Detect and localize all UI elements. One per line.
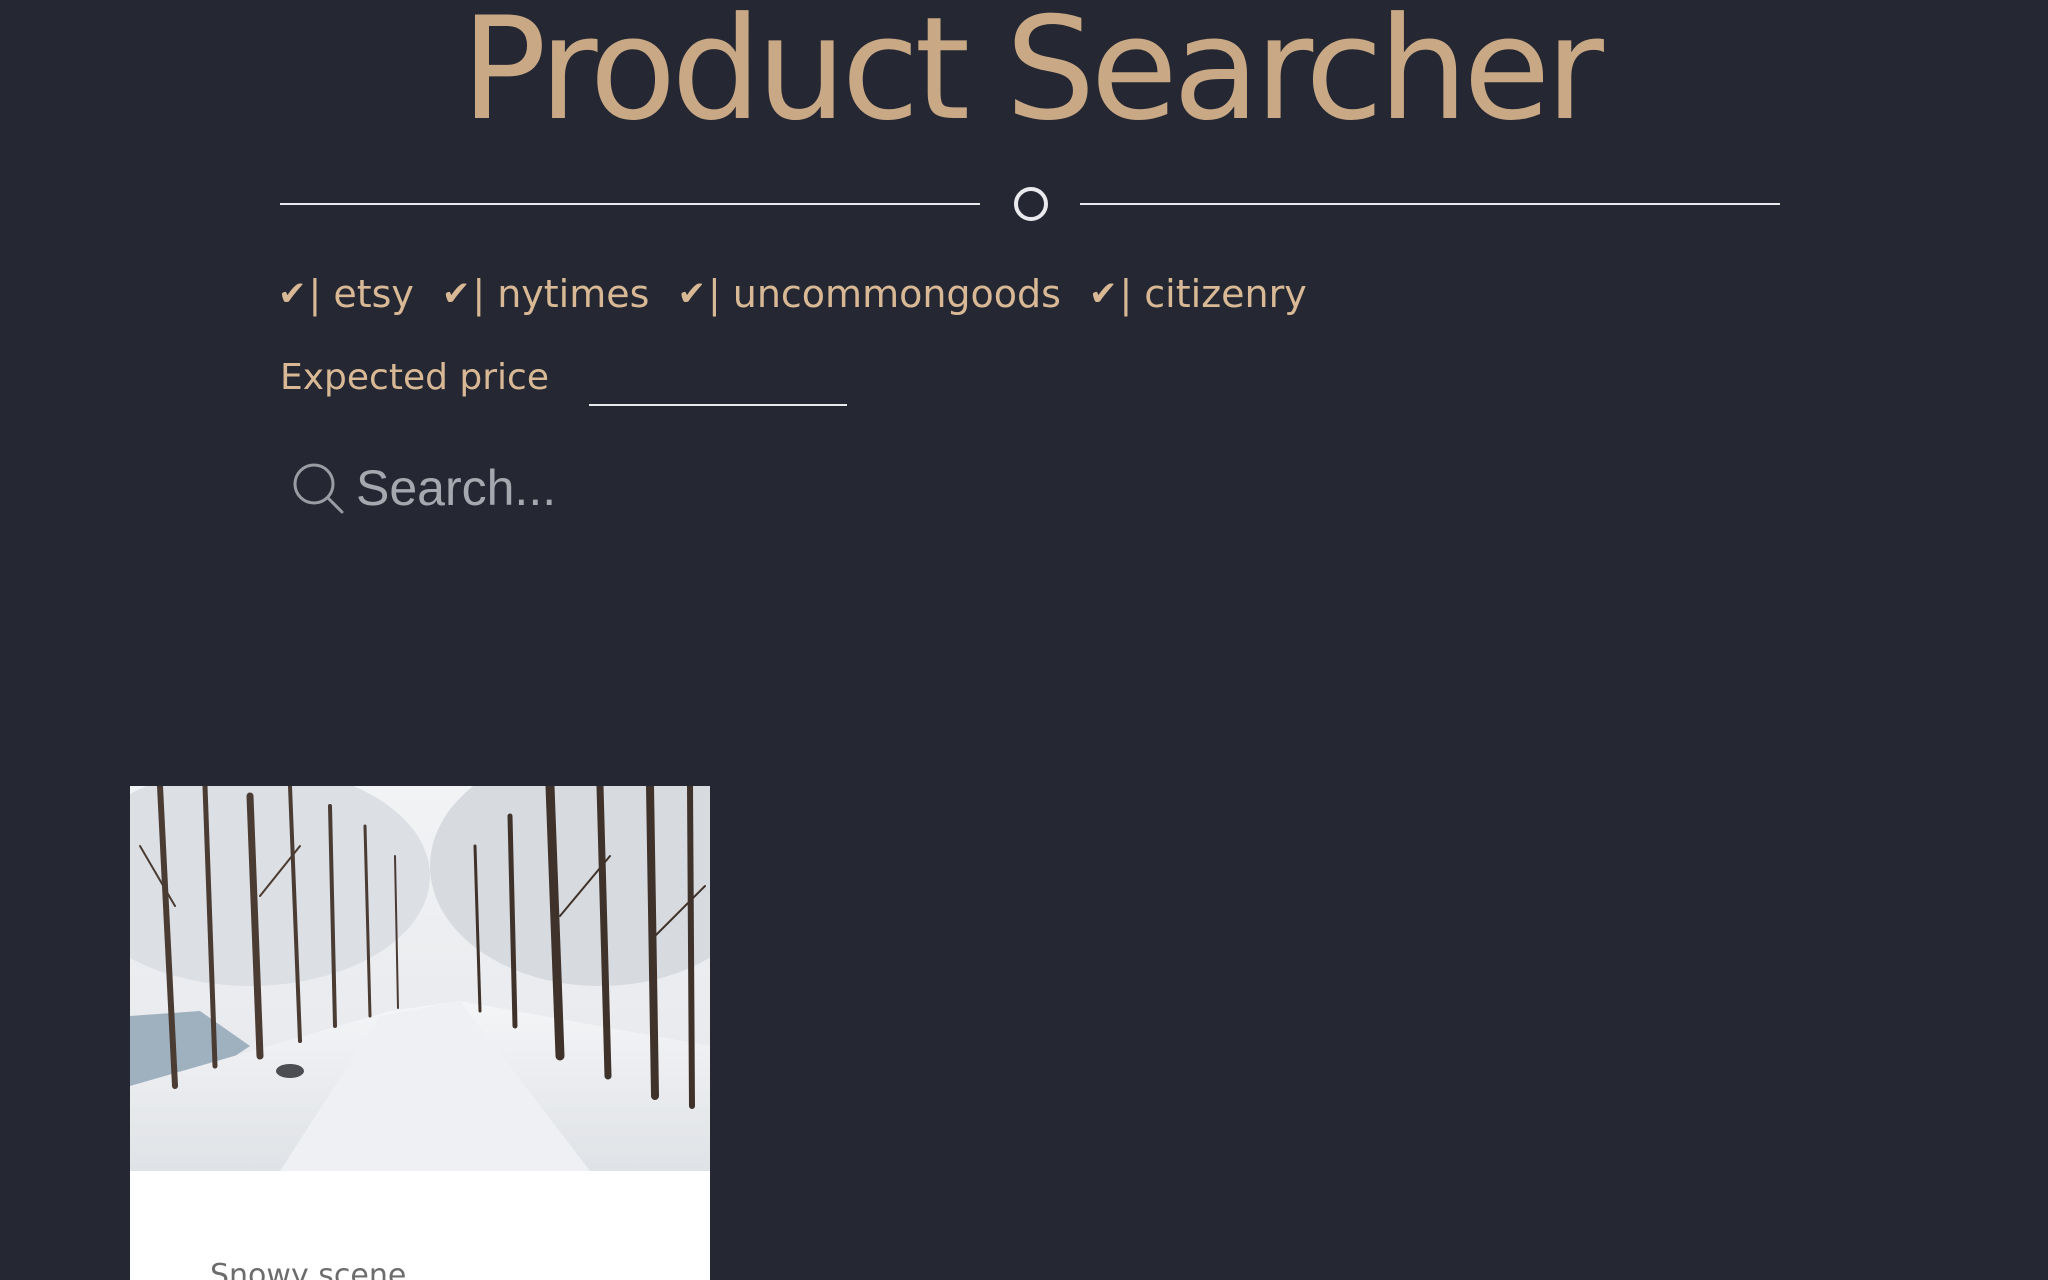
source-filters: ✔ | etsy ✔ | nytimes ✔ | uncommongoods ✔… [278,266,1335,322]
divider-circle-icon [1014,187,1048,221]
search-input[interactable] [354,457,1190,519]
page-title: Product Searcher [461,0,1604,152]
separator: | [472,272,486,316]
source-label: etsy [333,272,414,316]
product-card[interactable]: Snowy scene [130,786,710,1280]
source-toggle-etsy[interactable]: ✔ | etsy [278,272,414,316]
expected-price-label: Expected price [280,357,549,398]
source-toggle-citizenry[interactable]: ✔ | citizenry [1089,272,1307,316]
snowy-forest-road-image [130,786,710,1171]
checkmark-icon: ✔ [441,274,471,314]
source-label: citizenry [1144,272,1307,316]
search-bar [290,455,1190,521]
product-card-title: Snowy scene [210,1258,407,1280]
divider-line-right [1080,203,1780,205]
source-label: nytimes [497,272,650,316]
source-label: uncommongoods [732,272,1061,316]
separator: | [308,272,322,316]
source-toggle-uncommongoods[interactable]: ✔ | uncommongoods [677,272,1061,316]
checkmark-icon: ✔ [677,274,706,314]
expected-price-row: Expected price [280,350,847,410]
separator: | [707,272,721,316]
expected-price-input[interactable] [589,354,847,406]
divider-line-left [280,203,980,205]
title-divider [280,183,1780,225]
checkmark-icon: ✔ [278,274,307,314]
separator: | [1119,272,1133,316]
source-toggle-nytimes[interactable]: ✔ | nytimes [442,272,650,316]
checkmark-icon: ✔ [1088,274,1118,314]
search-icon [293,463,344,514]
page: Product Searcher ✔ | etsy ✔ | nytimes ✔ … [0,0,2048,1280]
